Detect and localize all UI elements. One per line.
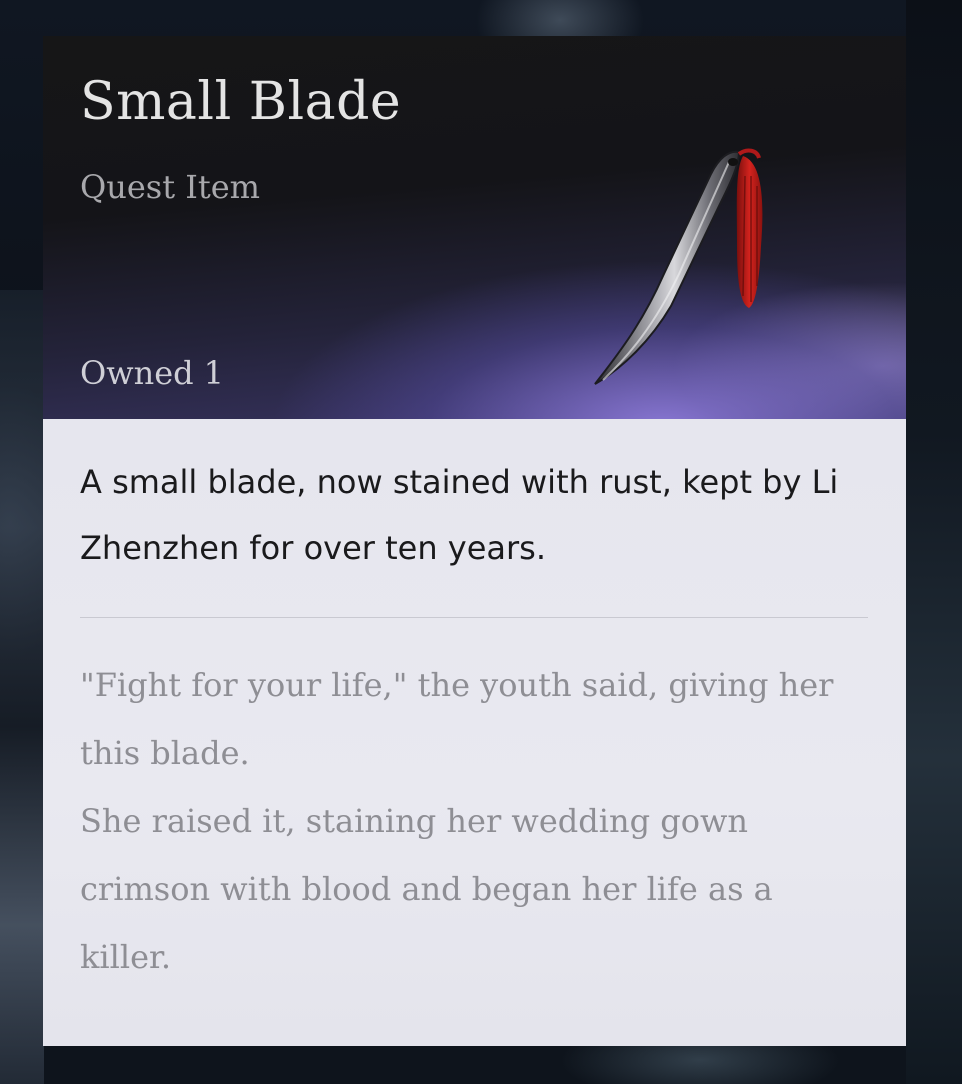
- item-description: A small blade, now stained with rust, ke…: [80, 463, 839, 567]
- item-owned: Owned 1: [80, 354, 224, 392]
- blade-with-red-tassel-icon: [594, 148, 763, 385]
- lore-line: "Fight for your life," the youth said, g…: [80, 666, 834, 772]
- item-tooltip-header: Small Blade Quest Item Owned 1: [43, 36, 906, 419]
- item-lore: "Fight for your life," the youth said, g…: [80, 651, 870, 991]
- lore-line: She raised it, staining her wedding gown…: [80, 802, 773, 976]
- backdrop-right-scenery: [906, 0, 962, 1084]
- item-category: Quest Item: [80, 168, 261, 206]
- item-tooltip-body: A small blade, now stained with rust, ke…: [43, 419, 906, 1046]
- item-tooltip: Small Blade Quest Item Owned 1 A small b…: [43, 36, 906, 1046]
- item-name: Small Blade: [80, 72, 402, 132]
- owned-count: 1: [203, 354, 225, 392]
- section-divider: [80, 617, 868, 618]
- backdrop-left-scenery: [0, 290, 44, 1084]
- owned-label: Owned: [80, 354, 194, 392]
